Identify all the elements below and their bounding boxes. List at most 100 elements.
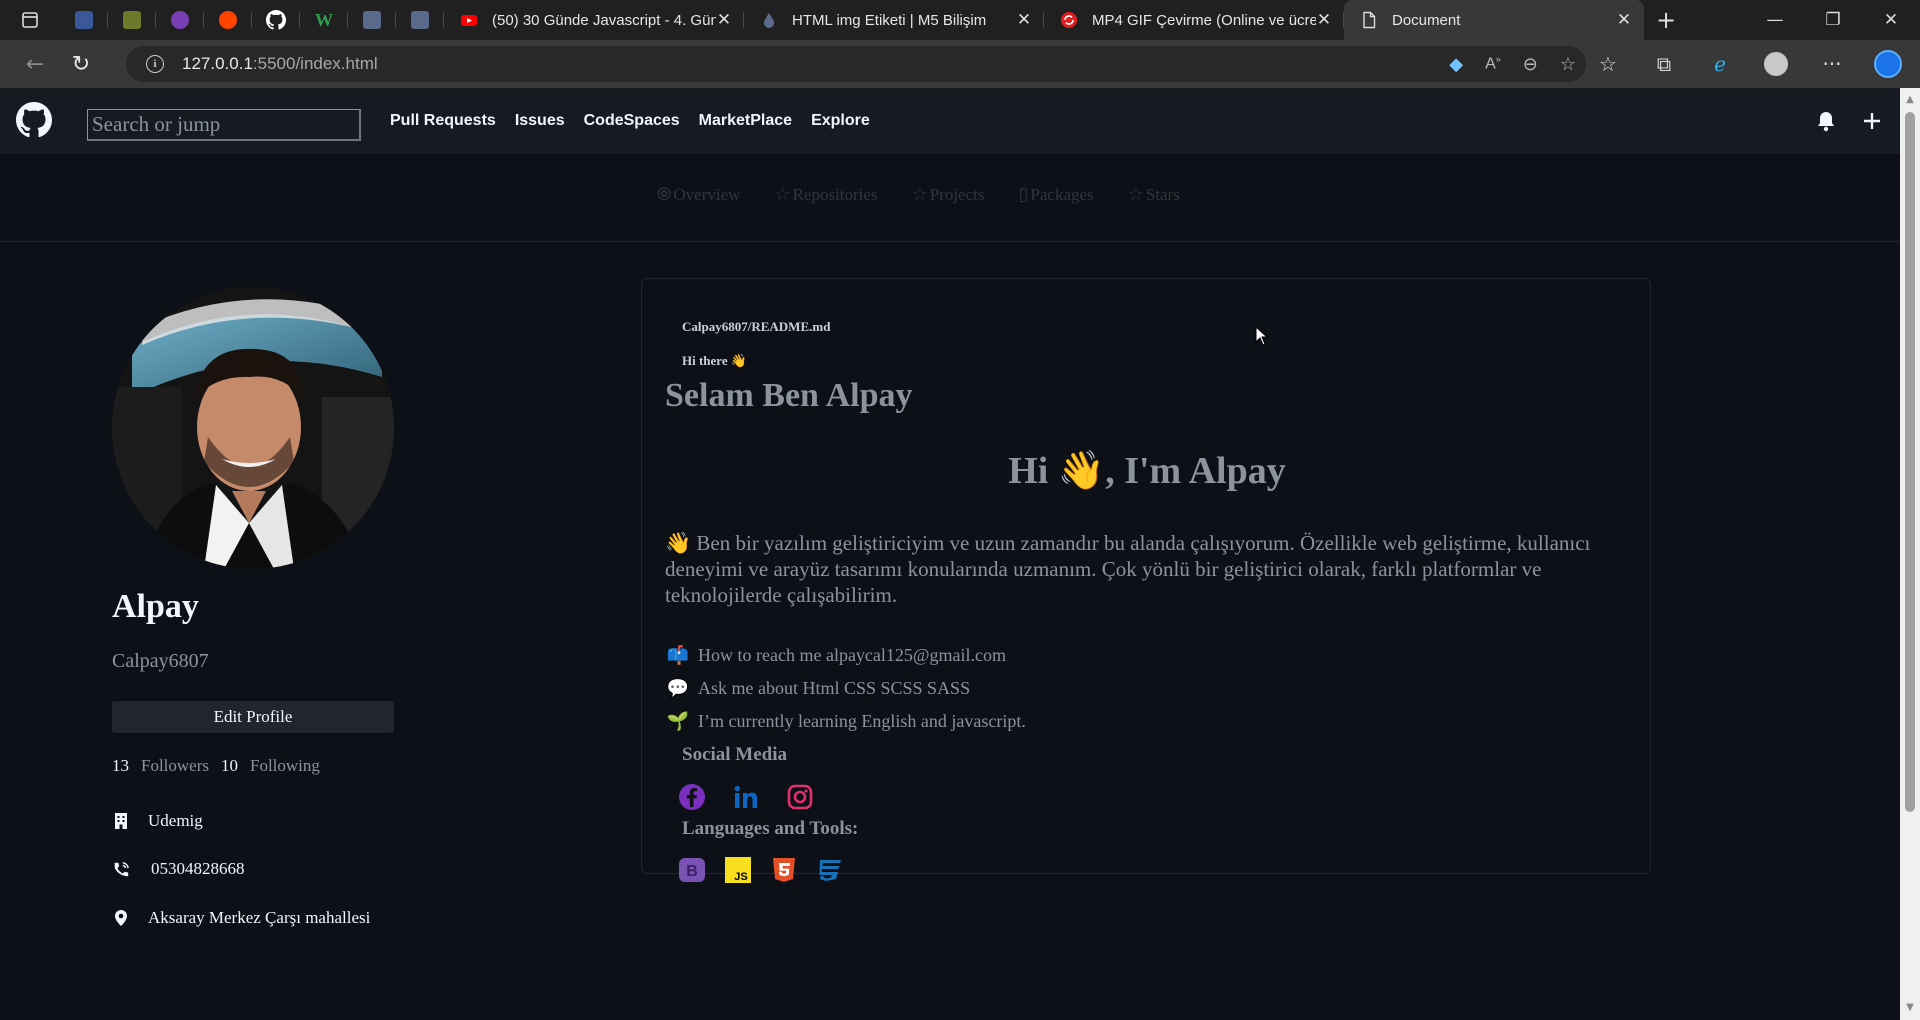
star-icon: ☆ <box>911 184 928 204</box>
browser-tab-active[interactable]: Document ✕ <box>1344 0 1644 40</box>
readme-path[interactable]: Calpay6807/README.md <box>682 319 830 335</box>
reload-icon: ↻ <box>71 51 91 77</box>
page-scrollbar[interactable]: ▲ ▼ <box>1900 88 1920 1020</box>
pinned-tab[interactable] <box>156 0 204 40</box>
favorites-icon[interactable]: ☆ <box>1580 40 1636 88</box>
scroll-up-icon[interactable]: ▲ <box>1904 94 1916 106</box>
linkedin-icon[interactable] <box>731 782 761 812</box>
html5-icon[interactable] <box>769 855 799 885</box>
minimize-icon[interactable]: — <box>1746 0 1804 40</box>
nav-pull-requests[interactable]: Pull Requests <box>390 112 496 130</box>
overview-icon: ⦾ <box>657 184 672 204</box>
search-input[interactable] <box>87 109 361 141</box>
github-header: Pull Requests Issues CodeSpaces MarketPl… <box>0 88 1900 154</box>
browser-tab[interactable]: MP4 GIF Çevirme (Online ve ücre ✕ <box>1044 0 1344 40</box>
readme-card: Calpay6807/README.md Hi there 👋 Selam Be… <box>641 278 1651 883</box>
close-tab-icon[interactable]: ✕ <box>1016 10 1032 30</box>
css3-icon[interactable] <box>815 855 845 885</box>
nav-issues[interactable]: Issues <box>515 112 565 130</box>
follow-stats: 13 Followers 10 Following <box>112 756 320 776</box>
pinned-tab[interactable] <box>204 0 252 40</box>
close-tab-icon[interactable]: ✕ <box>1316 10 1332 30</box>
nav-marketplace[interactable]: MarketPlace <box>699 112 792 130</box>
read-aloud-icon[interactable]: A» <box>1485 54 1501 73</box>
profile-tabs: ⦾ Overview ☆ Repositories ☆ Projects ▯ Packa… <box>657 184 1180 205</box>
browser-tab[interactable]: (50) 30 Günde Javascript - 4. Gün ✕ <box>444 0 744 40</box>
reload-button[interactable]: ↻ <box>58 41 104 87</box>
location-text: Aksaray Merkez Çarşı mahallesi <box>148 908 371 927</box>
browser-tab[interactable]: HTML img Etiketi | M5 Bilişim ✕ <box>744 0 1044 40</box>
back-button[interactable]: ← <box>12 41 58 87</box>
pinned-site-icon <box>363 11 381 29</box>
address-bar-actions: ◆ A» ⊖ ☆ <box>1449 46 1576 82</box>
wave-icon: 👋 <box>1057 450 1106 492</box>
wave-icon: 👋 <box>730 353 748 368</box>
address-bar[interactable]: i 127.0.0.1:5500/index.html ◆ A» ⊖ ☆ <box>126 46 1586 82</box>
scroll-down-icon[interactable]: ▼ <box>1904 1002 1916 1014</box>
tab-actions-button[interactable] <box>0 0 60 40</box>
tab-stars[interactable]: ☆ Stars <box>1128 184 1180 205</box>
document-icon <box>1363 11 1376 29</box>
edge-extension-icon[interactable]: ℯ <box>1692 40 1748 88</box>
pinned-site-icon <box>411 11 429 29</box>
followers-label[interactable]: Followers <box>141 756 209 776</box>
tab-overview[interactable]: ⦾ Overview <box>657 184 740 205</box>
following-count[interactable]: 10 <box>221 756 238 776</box>
browser-tab-title: HTML img Etiketi | M5 Bilişim <box>792 11 987 29</box>
pinned-tab[interactable]: W <box>300 0 348 40</box>
bing-chat-icon[interactable] <box>1860 40 1916 88</box>
facebook-icon[interactable] <box>677 782 707 812</box>
scrollbar-thumb[interactable] <box>1905 112 1915 812</box>
close-window-icon[interactable]: ✕ <box>1862 0 1920 40</box>
nav-explore[interactable]: Explore <box>811 112 870 130</box>
collections-icon[interactable]: ⧉ <box>1636 40 1692 88</box>
pinned-tab[interactable] <box>60 0 108 40</box>
tab-projects[interactable]: ☆ Projects <box>912 184 985 205</box>
pinned-site-icon: W <box>315 9 333 30</box>
javascript-icon[interactable]: JS <box>723 855 753 885</box>
more-options-icon[interactable]: ··· <box>1804 40 1860 88</box>
company-row: Udemig <box>112 811 203 831</box>
github-logo-icon[interactable] <box>16 102 52 138</box>
edit-profile-button[interactable]: Edit Profile <box>112 701 394 733</box>
company-text: Udemig <box>148 811 203 830</box>
add-favorite-icon[interactable]: ☆ <box>1560 54 1576 75</box>
pinned-tab[interactable] <box>348 0 396 40</box>
tab-packages[interactable]: ▯ Packages <box>1019 184 1094 205</box>
readme-paragraph: 👋 Ben bir yazılım geliştiriciyim ve uzun… <box>665 531 1591 607</box>
plus-icon[interactable] <box>1862 111 1882 131</box>
readme-hi-there: Hi there 👋 <box>682 353 748 368</box>
pinned-tab[interactable] <box>252 0 300 40</box>
header-actions <box>1816 88 1882 154</box>
readme-list-item: 🌱 I’m currently learning English and java… <box>666 711 1026 731</box>
pinned-tab[interactable] <box>396 0 444 40</box>
readme-list-item: 📫 How to reach me alpaycal125@gmail.com <box>666 645 1006 665</box>
new-tab-button[interactable]: + <box>1644 0 1688 40</box>
building-icon <box>112 811 130 831</box>
location-pin-icon <box>112 908 130 928</box>
profile-avatar-icon[interactable] <box>1748 40 1804 88</box>
zoom-icon[interactable]: ⊖ <box>1523 54 1538 75</box>
restore-icon[interactable]: ❐ <box>1804 0 1862 40</box>
instagram-icon[interactable] <box>785 782 815 812</box>
tab-repositories[interactable]: ☆ Repositories <box>774 184 877 205</box>
followers-count[interactable]: 13 <box>112 756 129 776</box>
nav-codespaces[interactable]: CodeSpaces <box>584 112 680 130</box>
bootstrap-icon[interactable]: B <box>677 855 707 885</box>
svg-text:JS: JS <box>734 871 747 883</box>
arrow-left-icon: ← <box>25 51 45 77</box>
following-label[interactable]: Following <box>250 756 320 776</box>
avatar-photo <box>112 287 394 569</box>
close-tab-icon[interactable]: ✕ <box>1616 10 1632 30</box>
pinned-tab[interactable] <box>108 0 156 40</box>
mouse-cursor-icon <box>1255 326 1269 346</box>
info-icon[interactable]: i <box>146 55 164 73</box>
window-controls: — ❐ ✕ <box>1746 0 1920 40</box>
close-tab-icon[interactable]: ✕ <box>716 10 732 30</box>
avatar <box>112 287 394 569</box>
browser-tab-bar: W (50) 30 Günde Javascript - 4. Gün ✕ HT… <box>0 0 1920 40</box>
location-row: Aksaray Merkez Çarşı mahallesi <box>112 908 370 928</box>
bell-icon[interactable] <box>1816 110 1836 132</box>
coupon-icon[interactable]: ◆ <box>1449 54 1463 75</box>
converter-icon <box>1061 12 1077 28</box>
